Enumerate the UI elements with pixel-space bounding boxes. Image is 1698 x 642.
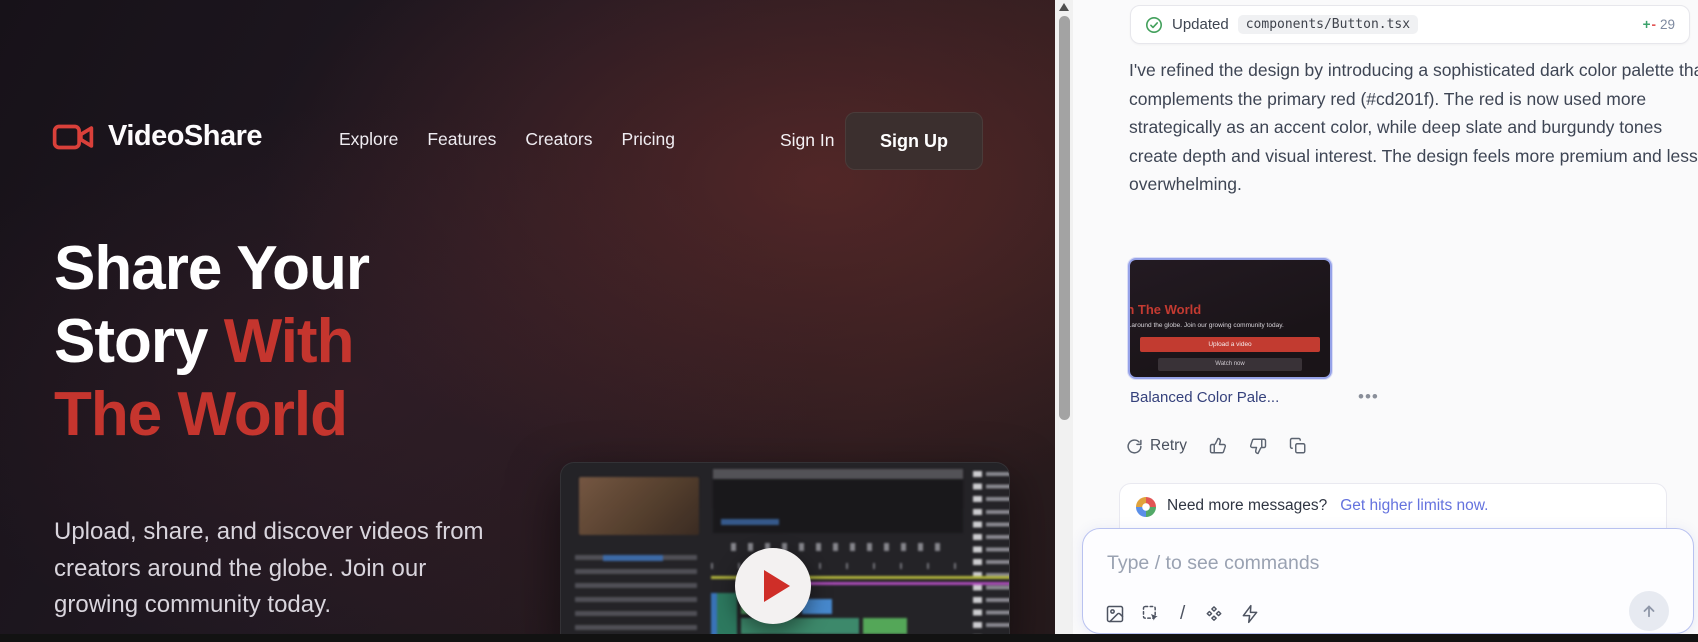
usage-pie-icon — [1136, 497, 1156, 517]
thumbs-up-button[interactable] — [1209, 437, 1227, 455]
more-options-icon[interactable]: ••• — [1358, 387, 1379, 407]
scroll-up-arrow-icon[interactable] — [1059, 3, 1069, 11]
select-element-button[interactable] — [1141, 604, 1161, 624]
refresh-icon — [1126, 438, 1143, 455]
diff-count: 29 — [1660, 17, 1675, 32]
check-circle-icon — [1145, 16, 1163, 34]
hero-line2-red: With — [224, 307, 354, 376]
mini-upload-button: Upload a video — [1140, 337, 1320, 352]
thumbs-up-icon — [1209, 437, 1227, 455]
site-nav: Explore Features Creators Pricing — [339, 129, 675, 150]
page-scrollbar[interactable] — [1055, 0, 1073, 642]
mini-watch-button: Watch now — [1158, 358, 1302, 371]
file-chip[interactable]: components/Button.tsx — [1238, 15, 1418, 34]
integrations-button[interactable] — [1204, 604, 1224, 624]
video-preview-card[interactable] — [560, 462, 1010, 642]
lightning-icon — [1240, 604, 1260, 624]
copy-icon — [1289, 437, 1307, 455]
attach-image-button[interactable] — [1105, 604, 1125, 624]
message-actions: Retry — [1126, 432, 1307, 460]
mini-hero-subtitle: ...around the globe. Join our growing co… — [1128, 322, 1328, 329]
hero-line2-white: Story — [54, 307, 207, 376]
select-cursor-icon — [1141, 604, 1161, 624]
composer[interactable]: Type / to see commands / — [1082, 528, 1694, 634]
retry-label: Retry — [1150, 437, 1187, 455]
design-thumbnail[interactable]: th The World ...around the globe. Join o… — [1128, 258, 1332, 379]
site-preview-pane: VideoShare Explore Features Creators Pri… — [0, 0, 1055, 642]
brand-logo[interactable]: VideoShare — [52, 120, 262, 153]
thumbs-down-icon — [1249, 437, 1267, 455]
assistant-message: I've refined the design by introducing a… — [1129, 56, 1698, 199]
diamonds-icon — [1204, 604, 1224, 624]
app-window: VideoShare Explore Features Creators Pri… — [0, 0, 1698, 642]
get-higher-limits-link[interactable]: Get higher limits now. — [1340, 497, 1488, 515]
nav-features[interactable]: Features — [427, 129, 496, 150]
image-icon — [1105, 604, 1125, 624]
diff-stats: + - 29 — [1643, 17, 1675, 32]
sign-in-link[interactable]: Sign In — [780, 130, 834, 151]
composer-tools: / — [1105, 603, 1260, 625]
thumbnail-caption[interactable]: Balanced Color Pale... — [1130, 389, 1279, 406]
play-icon — [764, 570, 790, 602]
composer-input[interactable]: Type / to see commands — [1107, 552, 1319, 575]
quick-actions-button[interactable] — [1240, 604, 1260, 624]
diff-plus: + — [1643, 17, 1651, 32]
nav-creators[interactable]: Creators — [525, 129, 592, 150]
hero-subtitle: Upload, share, and discover videos from … — [54, 514, 494, 624]
diff-minus: - — [1651, 17, 1656, 32]
arrow-up-icon — [1640, 602, 1658, 620]
mini-hero-heading: th The World — [1128, 302, 1330, 317]
hero-line1: Share Your — [54, 234, 369, 303]
chat-panel: Updated components/Button.tsx + - 29 I'v… — [1073, 0, 1698, 642]
sign-up-button[interactable]: Sign Up — [845, 112, 983, 170]
nav-pricing[interactable]: Pricing — [622, 129, 676, 150]
hero-heading: Share Your Story With The World — [54, 232, 369, 451]
limits-text: Need more messages? — [1167, 497, 1327, 515]
slash-icon: / — [1177, 603, 1188, 625]
video-camera-icon — [52, 121, 94, 153]
retry-button[interactable]: Retry — [1126, 437, 1187, 455]
scrollbar-thumb[interactable] — [1059, 16, 1070, 420]
bottom-edge — [0, 634, 1698, 642]
copy-button[interactable] — [1289, 437, 1307, 455]
update-label: Updated — [1172, 16, 1229, 33]
hero-line3: The World — [54, 380, 347, 449]
nav-explore[interactable]: Explore — [339, 129, 398, 150]
slash-command-button[interactable]: / — [1177, 603, 1188, 625]
send-button[interactable] — [1629, 591, 1669, 631]
file-update-card[interactable]: Updated components/Button.tsx + - 29 — [1130, 5, 1690, 44]
play-button[interactable] — [735, 548, 811, 624]
brand-name: VideoShare — [108, 120, 262, 153]
thumbnail-caption-row: Balanced Color Pale... ••• — [1130, 389, 1410, 409]
thumbs-down-button[interactable] — [1249, 437, 1267, 455]
